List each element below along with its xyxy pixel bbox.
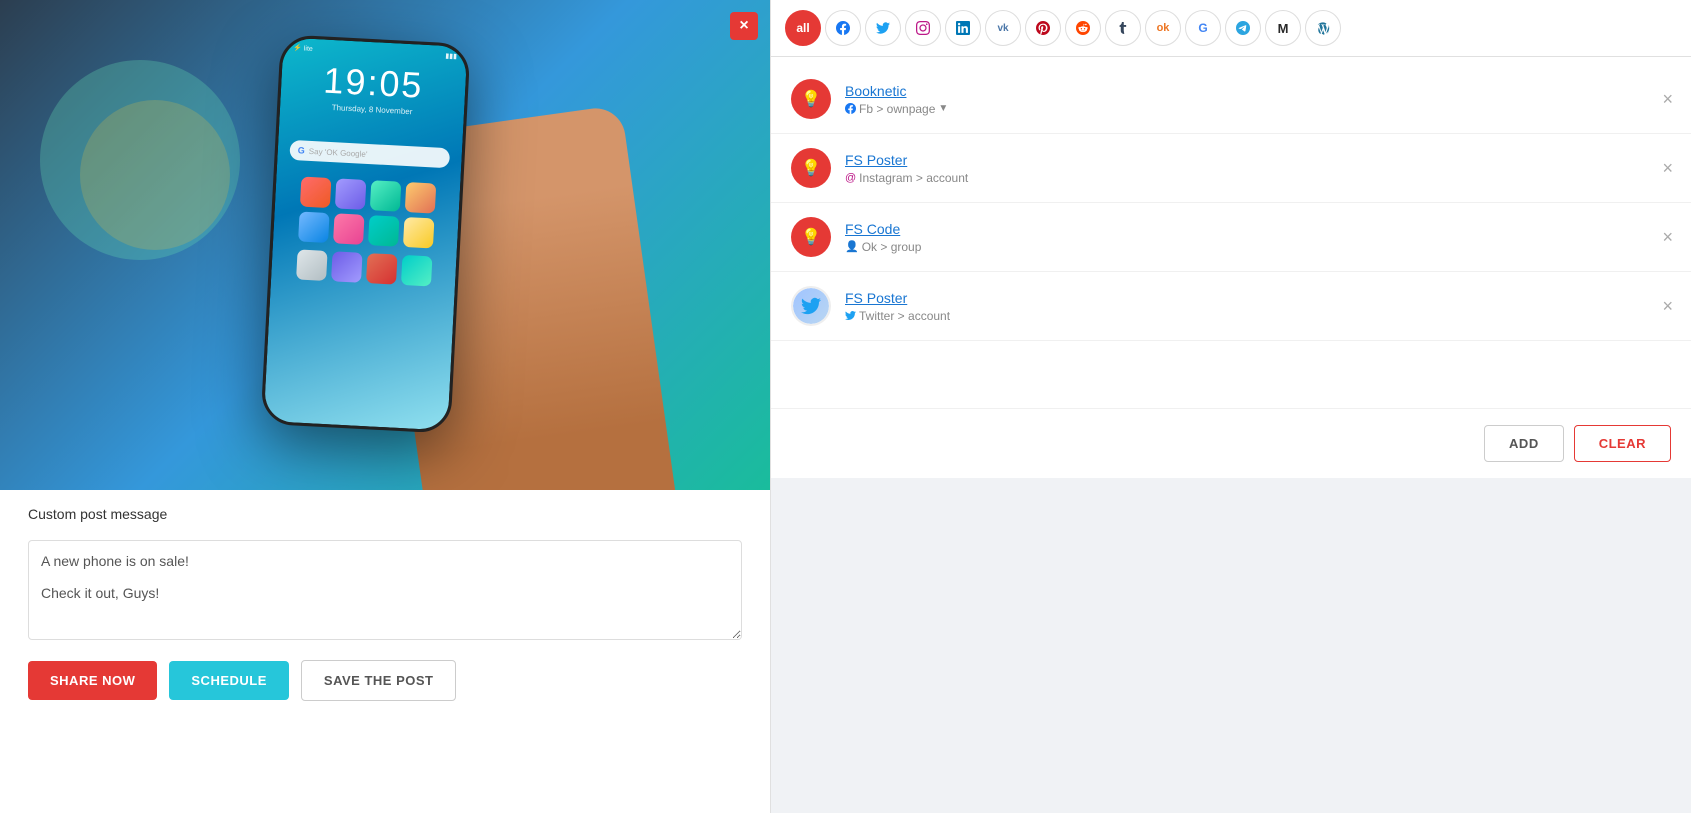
account-item-fs-poster-instagram: 💡 FS Poster @ Instagram > account × (771, 134, 1691, 203)
account-path-fs-poster-instagram: @ Instagram > account (845, 171, 1671, 185)
phone-mockup: ⚡ lite ▮▮▮ 19:05 Thursday, 8 November G … (260, 34, 470, 433)
bottom-actions-row: ADD CLEAR (771, 408, 1691, 478)
post-message-label: Custom post message (28, 506, 742, 522)
tab-vk[interactable]: vk (985, 10, 1021, 46)
post-message-input[interactable]: A new phone is on sale! Check it out, Gu… (28, 540, 742, 640)
tab-telegram[interactable] (1225, 10, 1261, 46)
account-avatar-booknetic: 💡 (791, 79, 831, 119)
add-button[interactable]: ADD (1484, 425, 1564, 462)
remove-account-fs-poster-twitter[interactable]: × (1654, 293, 1681, 319)
fs-code-avatar-icon: 💡 (801, 227, 821, 247)
tab-google[interactable]: G (1185, 10, 1221, 46)
twitter-avatar-img (793, 288, 829, 324)
schedule-button[interactable]: SCHEDULE (169, 661, 289, 700)
account-item-fs-code: 💡 FS Code 👤 Ok > group × (771, 203, 1691, 272)
google-logo: G (298, 145, 306, 155)
account-avatar-fs-poster: 💡 (791, 148, 831, 188)
tab-all[interactable]: all (785, 10, 821, 46)
phone-app-12 (400, 255, 432, 287)
account-path-fs-poster-twitter: Twitter > account (845, 309, 1671, 323)
account-path-text-fs-code: Ok > group (862, 240, 922, 254)
account-info-fs-code: FS Code 👤 Ok > group (845, 221, 1671, 254)
close-icon: × (739, 17, 748, 35)
ok-path-icon: 👤 (845, 240, 859, 253)
account-path-text-booknetic: Fb > ownpage (859, 102, 935, 116)
account-path-fs-code: 👤 Ok > group (845, 240, 1671, 254)
tab-facebook[interactable] (825, 10, 861, 46)
phone-time: 19:05 (322, 60, 424, 107)
tab-medium[interactable]: M (1265, 10, 1301, 46)
filter-icon-booknetic: ▼ (938, 103, 948, 114)
phone-status-bar: ⚡ lite ▮▮▮ (283, 37, 467, 61)
clear-button[interactable]: CLEAR (1574, 425, 1671, 462)
phone-app-10 (331, 251, 363, 283)
tab-tumblr[interactable] (1105, 10, 1141, 46)
account-path-text-fs-poster-twitter: Twitter > account (859, 309, 950, 323)
phone-search: G Say 'OK Google' (289, 140, 450, 168)
instagram-path-icon: @ (845, 172, 856, 184)
tab-pinterest[interactable] (1025, 10, 1061, 46)
account-name-fs-poster-instagram[interactable]: FS Poster (845, 152, 1671, 168)
account-item-fs-poster-twitter: FS Poster Twitter > account × (771, 272, 1691, 341)
post-meta-section: Custom post message (0, 490, 770, 540)
phone-app-6 (333, 213, 365, 245)
save-post-button[interactable]: SAVE THE POST (301, 660, 457, 701)
account-avatar-fs-poster-twitter (791, 286, 831, 326)
account-info-fs-poster-instagram: FS Poster @ Instagram > account (845, 152, 1671, 185)
tab-reddit[interactable] (1065, 10, 1101, 46)
action-buttons-row: SHARE NOW SCHEDULE SAVE THE POST (0, 640, 770, 721)
close-image-button[interactable]: × (730, 12, 758, 40)
social-network-tabs: all vk (771, 0, 1691, 57)
phone-app-grid-1 (285, 168, 448, 257)
accounts-list: 💡 Booknetic Fb > ownpage ▼ × 💡 FS Poster… (771, 57, 1691, 408)
account-name-fs-poster-twitter[interactable]: FS Poster (845, 290, 1671, 306)
account-info-booknetic: Booknetic Fb > ownpage ▼ (845, 83, 1671, 116)
phone-battery: ▮▮▮ (445, 52, 457, 61)
share-now-button[interactable]: SHARE NOW (28, 661, 157, 700)
bottom-gray-area (771, 478, 1691, 813)
tab-wordpress[interactable] (1305, 10, 1341, 46)
account-name-booknetic[interactable]: Booknetic (845, 83, 1671, 99)
account-info-fs-poster-twitter: FS Poster Twitter > account (845, 290, 1671, 323)
tab-linkedin[interactable] (945, 10, 981, 46)
phone-app-9 (296, 249, 328, 281)
phone-app-2 (334, 178, 366, 210)
right-panel: all vk (770, 0, 1691, 813)
phone-app-11 (365, 253, 397, 285)
booknetic-avatar-icon: 💡 (801, 89, 821, 109)
account-item-booknetic: 💡 Booknetic Fb > ownpage ▼ × (771, 65, 1691, 134)
bg-decoration-2 (80, 100, 230, 250)
phone-app-4 (404, 182, 436, 214)
tab-ok[interactable]: ok (1145, 10, 1181, 46)
account-path-booknetic: Fb > ownpage ▼ (845, 102, 1671, 116)
account-name-fs-code[interactable]: FS Code (845, 221, 1671, 237)
tab-instagram[interactable] (905, 10, 941, 46)
phone-app-5 (298, 211, 330, 243)
tab-twitter[interactable] (865, 10, 901, 46)
remove-account-booknetic[interactable]: × (1654, 86, 1681, 112)
phone-app-7 (367, 215, 399, 247)
facebook-path-icon (845, 103, 856, 114)
left-panel: ⚡ lite ▮▮▮ 19:05 Thursday, 8 November G … (0, 0, 770, 813)
phone-app-1 (299, 177, 331, 209)
phone-app-3 (369, 180, 401, 212)
account-path-text-fs-poster-instagram: Instagram > account (859, 171, 968, 185)
phone-carrier: ⚡ lite (293, 44, 313, 53)
twitter-path-icon (845, 310, 856, 321)
phone-screen: ⚡ lite ▮▮▮ 19:05 Thursday, 8 November G … (264, 37, 468, 430)
phone-app-8 (402, 217, 434, 249)
fs-poster-avatar-icon: 💡 (801, 158, 821, 178)
remove-account-fs-poster-instagram[interactable]: × (1654, 155, 1681, 181)
account-avatar-fs-code: 💡 (791, 217, 831, 257)
post-image-container: ⚡ lite ▮▮▮ 19:05 Thursday, 8 November G … (0, 0, 770, 490)
remove-account-fs-code[interactable]: × (1654, 224, 1681, 250)
